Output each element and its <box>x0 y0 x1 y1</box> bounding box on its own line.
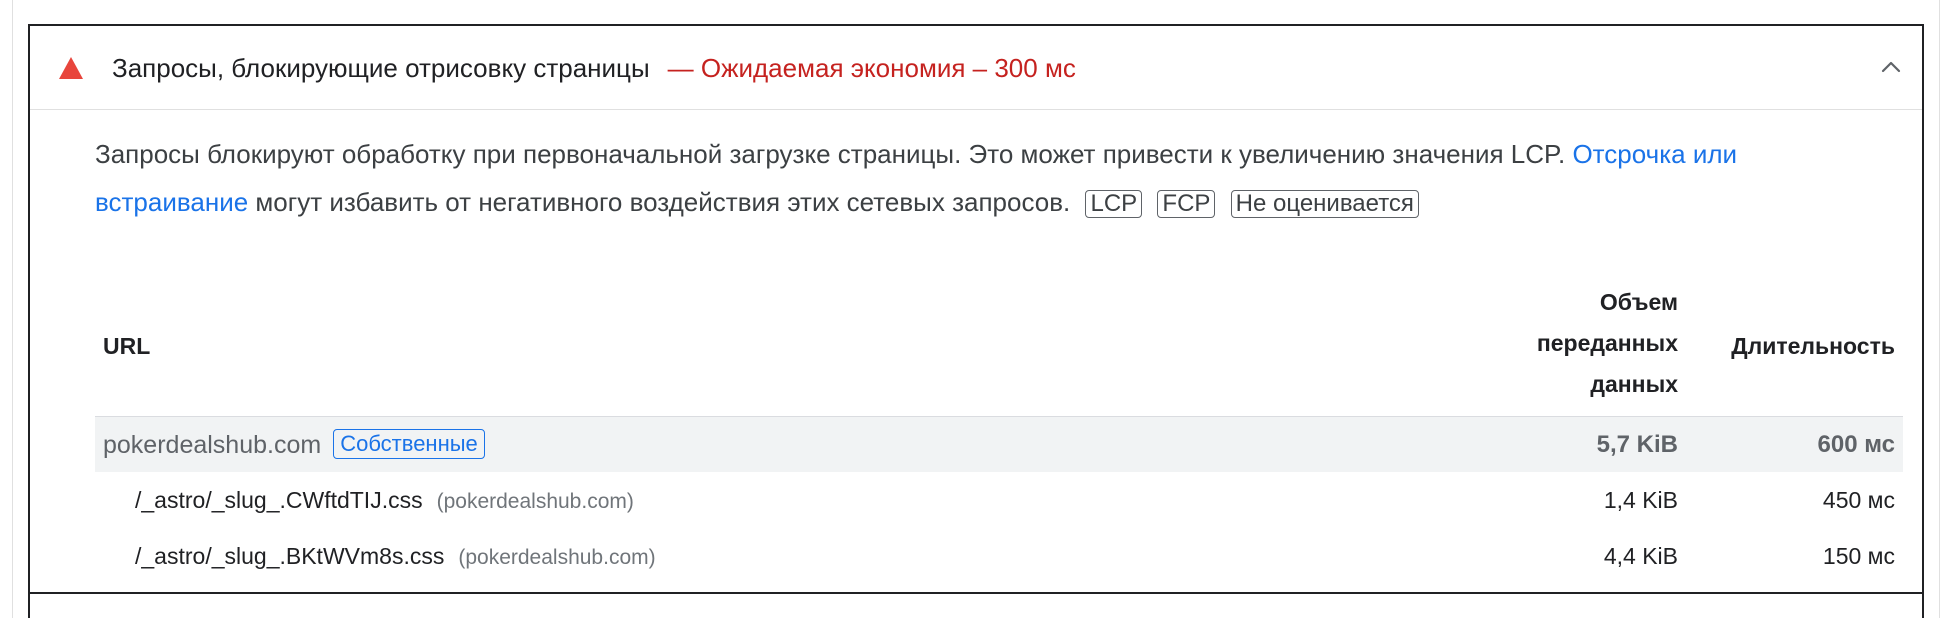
request-url-cell: /_astro/_slug_.CWftdTIJ.css (pokerdealshu… <box>135 472 634 528</box>
column-header-size-line3: данных <box>1590 371 1678 397</box>
request-transfer-size: 1,4 KiB <box>1603 487 1678 513</box>
warning-triangle-icon <box>59 57 83 79</box>
table-row: /_astro/_slug_.BKtWVm8s.css (pokerdealshu… <box>95 528 1903 584</box>
request-url[interactable]: /_astro/_slug_.CWftdTIJ.css <box>135 487 423 513</box>
column-header-transfer-size: Объем переданных данных <box>1478 282 1678 405</box>
request-url-cell: /_astro/_slug_.BKtWVm8s.css (pokerdealshu… <box>135 528 656 584</box>
request-duration: 150 мс <box>1822 543 1895 569</box>
tag-not-scored: Не оценивается <box>1230 190 1419 218</box>
audit-savings: Ожидаемая экономия – 300 мс <box>700 53 1076 83</box>
first-party-badge: Собственные <box>333 429 485 460</box>
column-header-url: URL <box>103 333 151 359</box>
audit-description: Запросы блокируют обработку при первонач… <box>95 130 1895 226</box>
request-url[interactable]: /_astro/_slug_.BKtWVm8s.css <box>135 543 444 569</box>
chevron-up-icon[interactable] <box>1878 54 1904 80</box>
audit-title: Запросы, блокирующие отрисовку страницы —… <box>112 52 1076 84</box>
description-text-1: Запросы блокируют обработку при первонач… <box>95 139 1573 169</box>
tag-fcp: FCP <box>1157 190 1216 218</box>
group-entity: pokerdealshub.com Собственные <box>103 417 485 473</box>
audit-render-blocking: Запросы, блокирующие отрисовку страницы —… <box>28 24 1924 594</box>
request-duration: 450 мс <box>1822 487 1895 513</box>
audit-title-text: Запросы, блокирующие отрисовку страницы <box>112 53 650 83</box>
description-text-2: могут избавить от негативного воздействи… <box>248 187 1071 217</box>
request-host: (pokerdealshub.com) <box>458 546 656 569</box>
group-transfer-size: 5,7 KiB <box>1596 431 1678 458</box>
column-header-size-line2: переданных <box>1536 330 1678 356</box>
audit-header[interactable]: Запросы, блокирующие отрисовку страницы —… <box>30 26 1922 110</box>
column-header-size-line1: Объем <box>1599 289 1678 315</box>
audit-title-separator: — <box>667 53 694 83</box>
table-row: /_astro/_slug_.CWftdTIJ.css (pokerdealshu… <box>95 472 1903 528</box>
group-duration: 600 мс <box>1817 431 1896 458</box>
tag-lcp: LCP <box>1085 190 1143 218</box>
request-host: (pokerdealshub.com) <box>436 490 634 513</box>
group-entity-name: pokerdealshub.com <box>103 431 322 459</box>
next-audit-edge <box>28 594 1924 618</box>
request-transfer-size: 4,4 KiB <box>1603 543 1678 569</box>
table-group-row: pokerdealshub.com Собственные 5,7 KiB 600… <box>95 416 1903 472</box>
column-header-duration: Длительность <box>1731 333 1895 359</box>
